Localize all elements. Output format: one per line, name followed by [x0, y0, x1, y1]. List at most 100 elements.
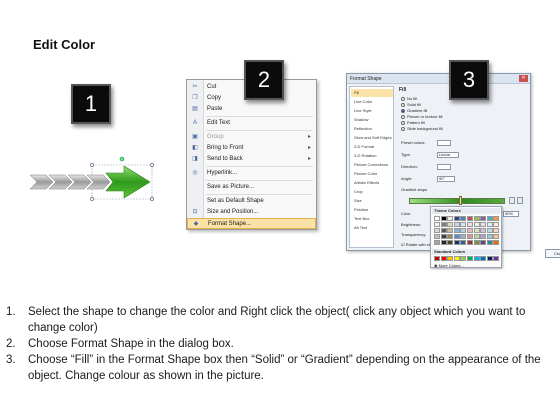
- color-swatch[interactable]: [493, 222, 500, 227]
- color-swatch[interactable]: [447, 228, 454, 233]
- color-swatch[interactable]: [493, 216, 500, 221]
- add-stop-button[interactable]: [509, 197, 515, 204]
- sidebar-item-picture-corrections[interactable]: Picture Corrections: [351, 161, 393, 169]
- remove-stop-button[interactable]: [517, 197, 523, 204]
- color-swatch[interactable]: [480, 216, 487, 221]
- rotation-handle[interactable]: [119, 156, 125, 162]
- sidebar-item-line-color[interactable]: Line Color: [351, 98, 393, 106]
- radio-slide-background-fill[interactable]: Slide background fill: [401, 126, 443, 131]
- selection-handle[interactable]: [89, 162, 95, 168]
- color-swatch[interactable]: [460, 228, 467, 233]
- color-swatch[interactable]: [473, 234, 480, 239]
- menu-item-group[interactable]: ▣ Group ▸: [187, 132, 316, 143]
- radio-gradient-fill[interactable]: Gradient fill: [401, 108, 427, 113]
- color-swatch[interactable]: [480, 234, 487, 239]
- color-swatch[interactable]: [453, 256, 460, 261]
- color-swatch[interactable]: [486, 240, 493, 245]
- sidebar-item-picture-color[interactable]: Picture Color: [351, 170, 393, 178]
- direction-dropdown[interactable]: [437, 164, 451, 170]
- color-swatch[interactable]: [460, 240, 467, 245]
- color-swatch[interactable]: [434, 228, 440, 233]
- color-swatch[interactable]: [440, 228, 447, 233]
- menu-item-set-default-shape[interactable]: Set as Default Shape: [187, 196, 316, 207]
- position-input[interactable]: 50%: [503, 211, 519, 217]
- sidebar-item-line-style[interactable]: Line Style: [351, 107, 393, 115]
- color-swatch[interactable]: [453, 222, 460, 227]
- color-swatch[interactable]: [466, 256, 473, 261]
- color-swatch[interactable]: [447, 256, 454, 261]
- color-swatch[interactable]: [440, 234, 447, 239]
- sidebar-item-shadow[interactable]: Shadow: [351, 116, 393, 124]
- color-swatch[interactable]: [440, 222, 447, 227]
- color-swatch[interactable]: [480, 222, 487, 227]
- color-swatch[interactable]: [480, 256, 487, 261]
- type-dropdown[interactable]: Linear: [437, 152, 459, 158]
- gradient-stop-handle[interactable]: [459, 196, 462, 205]
- selection-handle[interactable]: [149, 162, 155, 168]
- green-arrow[interactable]: [105, 165, 151, 199]
- color-swatch[interactable]: [440, 256, 447, 261]
- color-swatch[interactable]: [440, 240, 447, 245]
- sidebar-item-reflection[interactable]: Reflection: [351, 125, 393, 133]
- color-swatch[interactable]: [466, 216, 473, 221]
- color-swatch[interactable]: [447, 240, 454, 245]
- sidebar-item-alt-text[interactable]: Alt Text: [351, 224, 393, 232]
- color-swatch[interactable]: [460, 234, 467, 239]
- color-swatch[interactable]: [473, 256, 480, 261]
- color-swatch[interactable]: [486, 256, 493, 261]
- color-swatch[interactable]: [486, 216, 493, 221]
- color-swatch[interactable]: [473, 240, 480, 245]
- color-swatch[interactable]: [453, 228, 460, 233]
- menu-item-save-as-picture[interactable]: Save as Picture...: [187, 182, 316, 193]
- radio-pattern-fill[interactable]: Pattern fill: [401, 120, 425, 125]
- radio-solid-fill[interactable]: Solid fill: [401, 102, 421, 107]
- color-swatch[interactable]: [434, 256, 440, 261]
- menu-item-size-and-position[interactable]: ⊡ Size and Position...: [187, 207, 316, 218]
- color-swatch[interactable]: [434, 222, 440, 227]
- color-swatch[interactable]: [493, 256, 500, 261]
- sidebar-item-glow[interactable]: Glow and Soft Edges: [351, 134, 393, 142]
- color-swatch[interactable]: [447, 216, 454, 221]
- more-colors-option[interactable]: ◉ More Colors...: [434, 263, 464, 268]
- angle-input[interactable]: 90°: [437, 176, 455, 182]
- color-swatch[interactable]: [434, 234, 440, 239]
- color-swatch[interactable]: [434, 240, 440, 245]
- selected-arrow-shape[interactable]: [18, 155, 160, 209]
- color-swatch[interactable]: [447, 234, 454, 239]
- selection-handle[interactable]: [149, 196, 155, 202]
- sidebar-item-crop[interactable]: Crop: [351, 188, 393, 196]
- color-swatch[interactable]: [460, 216, 467, 221]
- color-swatch[interactable]: [473, 228, 480, 233]
- color-swatch[interactable]: [473, 216, 480, 221]
- sidebar-item-size[interactable]: Size: [351, 197, 393, 205]
- color-swatch[interactable]: [473, 222, 480, 227]
- color-swatch[interactable]: [453, 234, 460, 239]
- preset-colors-dropdown[interactable]: [437, 140, 451, 146]
- close-icon[interactable]: ✕: [519, 75, 528, 82]
- color-swatch[interactable]: [460, 256, 467, 261]
- color-swatch[interactable]: [466, 240, 473, 245]
- color-swatch[interactable]: [486, 234, 493, 239]
- sidebar-item-text-box[interactable]: Text Box: [351, 215, 393, 223]
- gradient-stops-bar[interactable]: [409, 198, 505, 204]
- sidebar-item-3d-format[interactable]: 3-D Format: [351, 143, 393, 151]
- color-swatch[interactable]: [440, 216, 447, 221]
- color-swatch[interactable]: [466, 234, 473, 239]
- menu-item-format-shape[interactable]: ◆ Format Shape...: [187, 218, 316, 229]
- menu-item-send-to-back[interactable]: ◨ Send to Back ▸: [187, 154, 316, 165]
- menu-item-paste[interactable]: ▤ Paste: [187, 104, 316, 115]
- color-swatch[interactable]: [493, 234, 500, 239]
- color-swatch[interactable]: [447, 222, 454, 227]
- selection-handle[interactable]: [89, 196, 95, 202]
- color-swatch[interactable]: [493, 240, 500, 245]
- color-swatch[interactable]: [486, 222, 493, 227]
- color-swatch[interactable]: [434, 216, 440, 221]
- menu-item-bring-to-front[interactable]: ◧ Bring to Front ▸: [187, 143, 316, 154]
- menu-item-edit-text[interactable]: A Edit Text: [187, 118, 316, 129]
- color-swatch[interactable]: [453, 240, 460, 245]
- color-swatch[interactable]: [480, 228, 487, 233]
- sidebar-item-artistic-effects[interactable]: Artistic Effects: [351, 179, 393, 187]
- radio-picture-fill[interactable]: Picture or texture fill: [401, 114, 442, 119]
- color-swatch[interactable]: [460, 222, 467, 227]
- sidebar-item-position[interactable]: Position: [351, 206, 393, 214]
